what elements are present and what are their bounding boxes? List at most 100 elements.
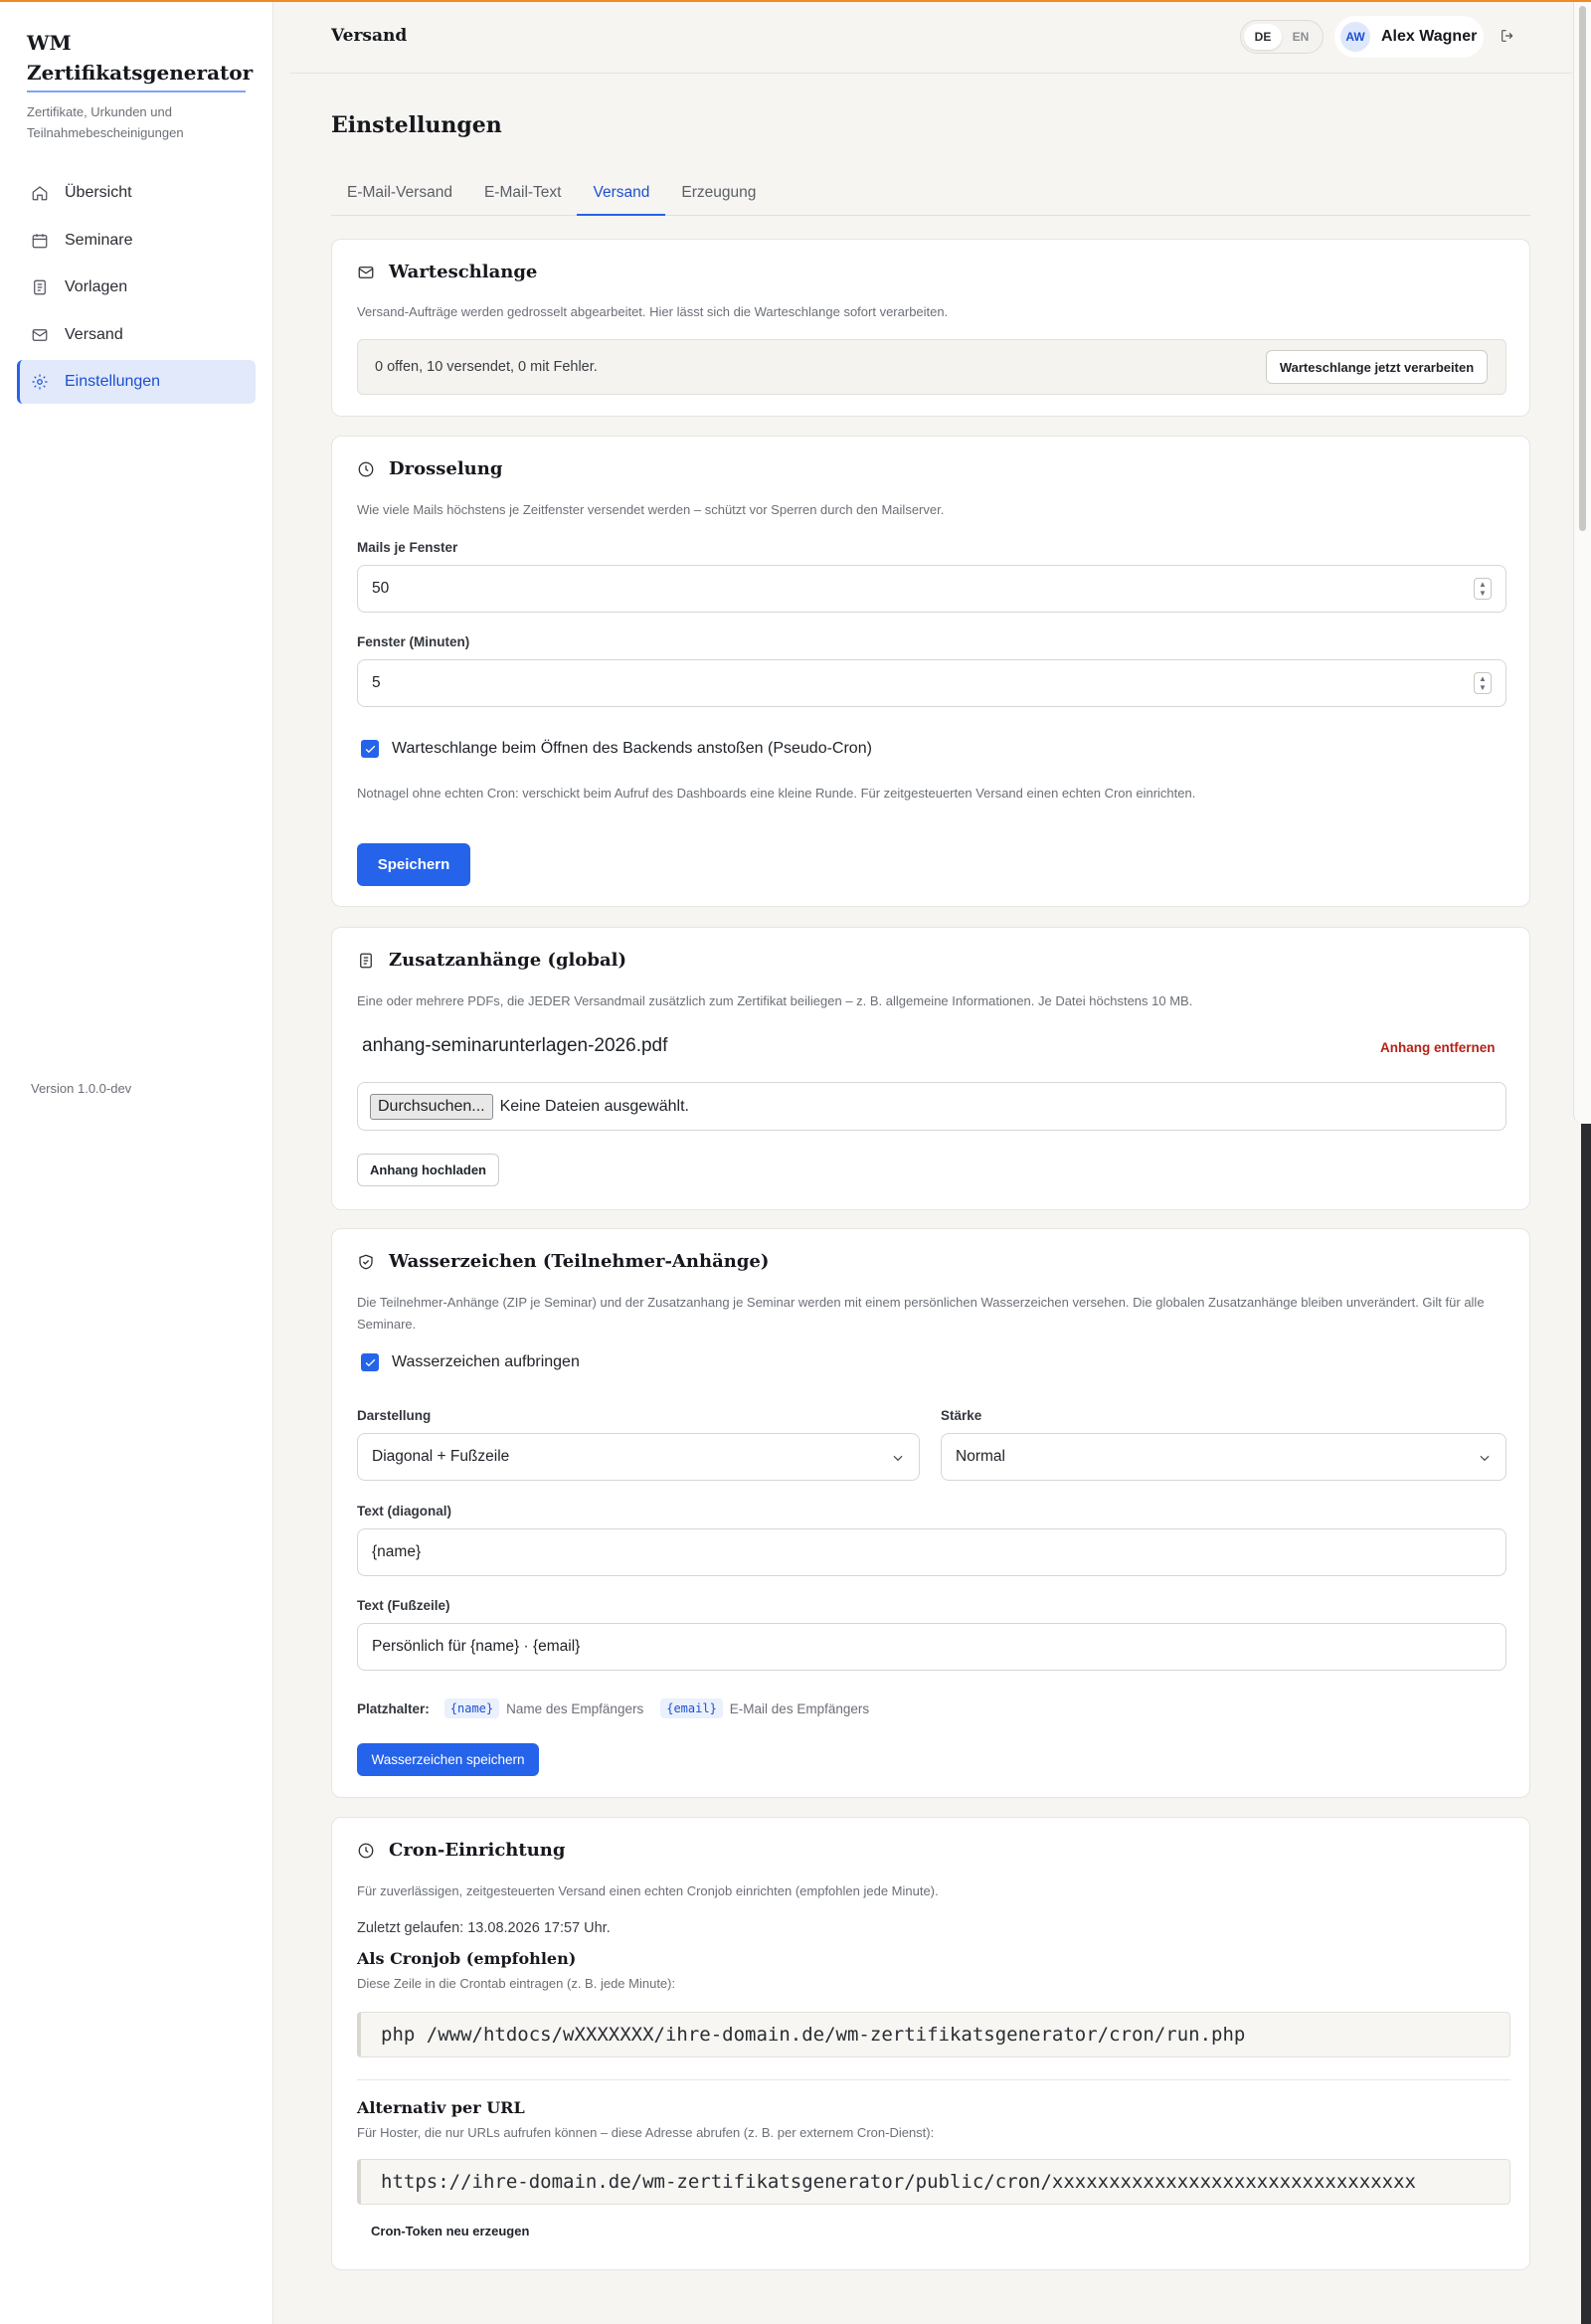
clock-icon [358,461,374,476]
scrollbar[interactable] [1573,0,1591,1124]
strength-select[interactable]: Normal [941,1433,1506,1481]
process-queue-button[interactable]: Warteschlange jetzt verarbeiten [1266,350,1488,384]
mails-per-window-input[interactable]: 50 ▲ ▼ [357,565,1506,613]
mails-per-window-label: Mails je Fenster [357,540,458,555]
style-select-value: Diagonal + Fußzeile [372,1448,510,1465]
sidebar-item-label: Vorlagen [65,278,128,295]
placeholder-chip-name: {name} [443,1698,500,1718]
queue-status-box: 0 offen, 10 versendet, 0 mit Fehler. War… [357,339,1506,395]
regenerate-token-button[interactable]: Cron-Token neu erzeugen [371,2224,529,2238]
watermark-title: Wasserzeichen (Teilnehmer-Anhänge) [389,1251,770,1272]
pseudo-cron-checkbox[interactable]: Warteschlange beim Öffnen des Backends a… [361,740,872,758]
sidebar-item-vorlagen[interactable]: Vorlagen [17,266,256,309]
sidebar-nav: Übersicht Seminare Vorlagen Versand Eins… [17,171,256,408]
top-accent-line [0,0,1591,2]
watermark-enable-label: Wasserzeichen aufbringen [392,1353,580,1370]
brand-subtitle: Zertifikate, Urkunden und Teilnahmebesch… [27,104,184,140]
watermark-description: Die Teilnehmer-Anhänge (ZIP je Seminar) … [357,1295,1485,1332]
window-minutes-input[interactable]: 5 ▲ ▼ [357,659,1506,707]
watermark-card: Wasserzeichen (Teilnehmer-Anhänge) Die T… [331,1228,1530,1798]
logout-button[interactable] [1500,28,1517,46]
divider [357,2079,1510,2080]
checkbox-checked[interactable] [361,740,379,758]
lang-en-button[interactable]: EN [1282,24,1320,50]
watermark-save-button[interactable]: Wasserzeichen speichern [357,1743,539,1776]
diag-text-label: Text (diagonal) [357,1504,452,1519]
mail-icon [32,328,48,341]
settings-tabs: E-Mail-Versand E-Mail-Text Versand Erzeu… [331,179,1530,216]
throttle-heading: Drosselung [357,458,502,479]
footer-text-input[interactable]: Persönlich für {name} · {email} [357,1623,1506,1671]
diag-text-input[interactable]: {name} [357,1528,1506,1576]
queue-status: 0 offen, 10 versendet, 0 mit Fehler. [375,359,598,375]
mails-per-window-stepper[interactable]: ▲ ▼ [1474,578,1492,600]
footer-text-label: Text (Fußzeile) [357,1598,450,1613]
url-heading: Alternativ per URL [357,2098,525,2117]
check-icon [365,1358,375,1366]
gear-icon [32,374,48,390]
queue-heading: Warteschlange [357,262,537,282]
version-label: Version 1.0.0-dev [31,1081,132,1096]
pseudo-cron-hint: Notnagel ohne echten Cron: verschickt be… [357,786,1196,801]
scrollbar-thumb[interactable] [1579,6,1586,531]
checkbox-checked[interactable] [361,1353,379,1371]
browse-button[interactable]: Durchsuchen... [370,1093,493,1120]
watermark-enable-checkbox[interactable]: Wasserzeichen aufbringen [361,1353,580,1371]
diag-text-value: {name} [372,1543,422,1560]
user-name: Alex Wagner [1381,28,1478,45]
window-edge [1581,1124,1591,2324]
tab-erzeugung[interactable]: Erzeugung [665,179,772,216]
shield-check-icon [359,1254,373,1269]
throttle-save-button[interactable]: Speichern [357,843,470,886]
clock-icon [358,1843,374,1858]
sidebar-item-uebersicht[interactable]: Übersicht [17,171,256,215]
window-minutes-stepper[interactable]: ▲ ▼ [1474,672,1492,694]
tab-email-versand[interactable]: E-Mail-Versand [331,179,468,216]
lang-de-button[interactable]: DE [1244,24,1282,50]
watermark-heading: Wasserzeichen (Teilnehmer-Anhänge) [357,1251,769,1272]
cronjob-heading: Als Cronjob (empfohlen) [357,1949,577,1968]
window-minutes-label: Fenster (Minuten) [357,634,470,649]
cron-url[interactable]: https://ihre-domain.de/wm-zertifikatsgen… [357,2159,1510,2205]
topbar-title: Versand [331,26,408,46]
no-file-selected: Keine Dateien ausgewählt. [499,1097,689,1115]
chevron-down-icon [893,1455,903,1462]
calendar-icon [32,233,48,248]
throttle-card: Drosselung Wie viele Mails höchstens je … [331,436,1530,907]
cron-title: Cron-Einrichtung [389,1840,566,1861]
document-icon [360,953,372,968]
document-icon [34,279,46,295]
cron-heading: Cron-Einrichtung [357,1840,565,1861]
brand-title[interactable]: WM Zertifikatsgenerator [27,28,253,88]
sidebar-item-label: Einstellungen [65,373,161,390]
home-icon [32,186,48,201]
attachments-description: Eine oder mehrere PDFs, die JEDER Versan… [357,993,1193,1008]
attachment-file-name: anhang-seminarunterlagen-2026.pdf [362,1035,668,1056]
file-input[interactable]: Durchsuchen... Keine Dateien ausgewählt. [357,1082,1506,1131]
sidebar-item-label: Versand [65,325,123,343]
placeholder-email-desc: E-Mail des Empfängers [729,1700,870,1716]
remove-attachment-link[interactable]: Anhang entfernen [1380,1040,1496,1055]
footer-text-value: Persönlich für {name} · {email} [372,1638,581,1655]
sidebar-item-versand[interactable]: Versand [17,313,256,357]
user-menu[interactable]: AW Alex Wagner [1334,16,1484,58]
sidebar-item-seminare[interactable]: Seminare [17,219,256,263]
style-label: Darstellung [357,1408,432,1423]
language-switch: DE EN [1240,20,1324,54]
sidebar-item-einstellungen[interactable]: Einstellungen [17,360,256,404]
check-icon [365,745,375,753]
sidebar-item-label: Übersicht [65,184,132,201]
upload-attachment-button[interactable]: Anhang hochladen [357,1154,499,1186]
strength-select-value: Normal [956,1448,1005,1465]
brand-underline [27,90,246,92]
attachments-title: Zusatzanhänge (global) [389,950,627,971]
cronjob-command[interactable]: php /www/htdocs/wXXXXXXX/ihre-domain.de/… [357,2012,1510,2057]
queue-title: Warteschlange [389,262,538,282]
sidebar-item-label: Seminare [65,231,133,249]
window-minutes-value: 5 [372,674,381,691]
sidebar: WM Zertifikatsgenerator Zertifikate, Urk… [0,0,273,2324]
cron-card: Cron-Einrichtung Für zuverlässigen, zeit… [331,1817,1530,2270]
tab-email-text[interactable]: E-Mail-Text [468,179,578,216]
tab-versand[interactable]: Versand [577,179,666,216]
style-select[interactable]: Diagonal + Fußzeile [357,1433,920,1481]
